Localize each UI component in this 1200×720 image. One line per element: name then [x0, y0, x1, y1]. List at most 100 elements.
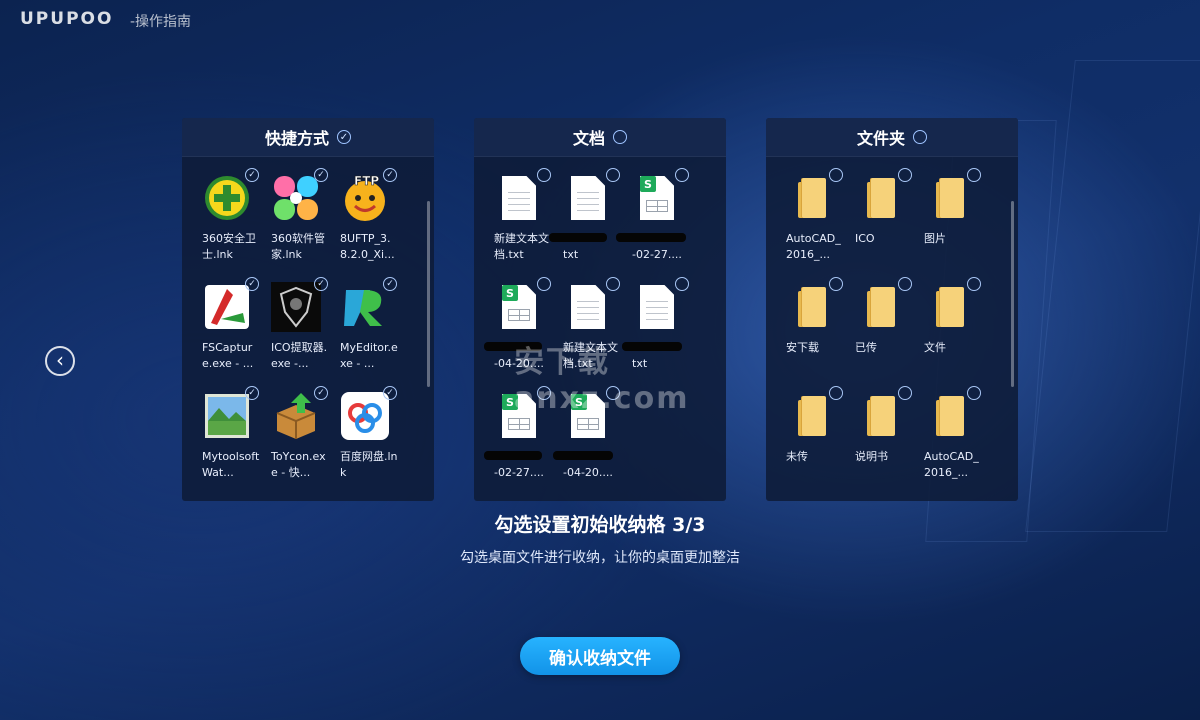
list-item[interactable]: ✓ 百度网盘.lnk: [334, 386, 403, 500]
list-item[interactable]: ✓ 360安全卫士.lnk: [196, 168, 265, 282]
scrollbar[interactable]: [427, 201, 430, 387]
folder-icon: [786, 391, 836, 441]
panel-header: 快捷方式 ✓: [182, 118, 434, 157]
item-checkbox[interactable]: [898, 277, 912, 291]
folder-icon: [786, 282, 836, 332]
ftp-smiley-icon: FTP: [340, 173, 390, 223]
item-label: 8UFTP_3.8.2.0_Xi...: [340, 232, 395, 261]
list-item[interactable]: 已传: [849, 277, 918, 391]
panel-folders: 文件夹 AutoCAD_2016_... ICO 图片 安下载 已传 文件 未传…: [766, 118, 1018, 501]
item-label: AutoCAD_2016_...: [924, 450, 979, 479]
list-item[interactable]: FTP ✓ 8UFTP_3.8.2.0_Xi...: [334, 168, 403, 282]
item-checkbox[interactable]: [537, 168, 551, 182]
list-item[interactable]: ✓ ToYcon.exe - 快...: [265, 386, 334, 500]
panel-title: 快捷方式: [264, 129, 329, 148]
scrollbar[interactable]: [1011, 201, 1014, 387]
redaction-mark: [549, 233, 607, 242]
item-checkbox[interactable]: [967, 168, 981, 182]
panel-body: ✓ 360安全卫士.lnk ✓ 360软件管家.lnk FTP ✓ 8UFTP_…: [182, 157, 434, 501]
folder-icon: [924, 173, 974, 223]
list-item[interactable]: AutoCAD_2016_...: [918, 386, 987, 500]
item-label: -02-27....: [632, 248, 682, 261]
list-item[interactable]: 新建文本文档.txt: [488, 168, 557, 282]
page-title: -操作指南: [130, 14, 192, 30]
item-checkbox[interactable]: [829, 277, 843, 291]
redaction-mark: [484, 451, 542, 460]
item-checkbox[interactable]: [606, 277, 620, 291]
item-label: 图片: [924, 232, 946, 245]
item-checkbox[interactable]: ✓: [245, 277, 259, 291]
list-item[interactable]: 图片: [918, 168, 987, 282]
redaction-mark: [616, 233, 686, 242]
item-checkbox[interactable]: [675, 277, 689, 291]
item-grid: ✓ 360安全卫士.lnk ✓ 360软件管家.lnk FTP ✓ 8UFTP_…: [196, 168, 406, 500]
item-checkbox[interactable]: [898, 168, 912, 182]
panel-shortcuts: 快捷方式 ✓ ✓ 360安全卫士.lnk ✓ 360软件管家.lnk FTP ✓…: [182, 118, 434, 501]
list-item[interactable]: ✓ FSCapture.exe - ...: [196, 277, 265, 391]
item-grid: AutoCAD_2016_... ICO 图片 安下载 已传 文件 未传 说明书…: [780, 168, 990, 500]
list-item[interactable]: ICO: [849, 168, 918, 282]
spreadsheet-icon: S: [632, 173, 682, 223]
item-label: 新建文本文档.txt: [494, 232, 549, 261]
list-item[interactable]: 安下载: [780, 277, 849, 391]
select-all-checkbox[interactable]: [913, 130, 927, 144]
panel-header: 文件夹: [766, 118, 1018, 157]
confirm-button[interactable]: 确认收纳文件: [520, 637, 680, 675]
list-item[interactable]: S -02-27....: [616, 168, 695, 282]
fscapture-icon: [202, 282, 252, 332]
text-doc-icon: [563, 173, 613, 223]
item-checkbox[interactable]: [537, 277, 551, 291]
item-checkbox[interactable]: ✓: [245, 386, 259, 400]
item-label: ICO提取器.exe -...: [271, 341, 328, 370]
panel-header: 文档: [474, 118, 726, 157]
item-label: FSCapture.exe - ...: [202, 341, 254, 370]
shield-plus-icon: [202, 173, 252, 223]
panel-title: 文件夹: [856, 129, 905, 148]
list-item[interactable]: 说明书: [849, 386, 918, 500]
select-all-checkbox[interactable]: [613, 130, 627, 144]
item-label: 安下载: [786, 341, 819, 354]
item-checkbox[interactable]: ✓: [314, 168, 328, 182]
list-item[interactable]: 文件: [918, 277, 987, 391]
item-checkbox[interactable]: ✓: [383, 277, 397, 291]
folder-icon: [855, 391, 905, 441]
box-arrow-icon: [271, 391, 321, 441]
item-checkbox[interactable]: ✓: [314, 277, 328, 291]
panel-documents: 文档 新建文本文档.txt txt S -02-27.... S -04-20.…: [474, 118, 726, 501]
list-item[interactable]: ✓ MyEditor.exe - ...: [334, 277, 403, 391]
item-checkbox[interactable]: [898, 386, 912, 400]
item-checkbox[interactable]: ✓: [314, 386, 328, 400]
item-checkbox[interactable]: [829, 386, 843, 400]
text-doc-icon: [494, 173, 544, 223]
item-checkbox[interactable]: [675, 168, 689, 182]
item-label: ICO: [855, 232, 875, 245]
list-item[interactable]: ✓ Mytoolsoft Wat...: [196, 386, 265, 500]
list-item[interactable]: AutoCAD_2016_...: [780, 168, 849, 282]
list-item[interactable]: ✓ 360软件管家.lnk: [265, 168, 334, 282]
item-checkbox[interactable]: ✓: [383, 386, 397, 400]
item-label: MyEditor.exe - ...: [340, 341, 398, 370]
item-checkbox[interactable]: [606, 168, 620, 182]
app-logo: UPUPOO: [20, 9, 114, 29]
list-item[interactable]: txt: [549, 168, 626, 282]
text-doc-icon: [563, 282, 613, 332]
folder-icon: [924, 282, 974, 332]
item-checkbox[interactable]: [967, 277, 981, 291]
item-checkbox[interactable]: [967, 386, 981, 400]
item-label: 百度网盘.lnk: [340, 450, 398, 479]
item-checkbox[interactable]: [829, 168, 843, 182]
item-label: 已传: [855, 341, 877, 354]
list-item[interactable]: 未传: [780, 386, 849, 500]
select-all-checkbox[interactable]: ✓: [337, 130, 351, 144]
item-checkbox[interactable]: ✓: [383, 168, 397, 182]
item-label: Mytoolsoft Wat...: [202, 450, 260, 479]
item-label: -04-20....: [563, 466, 613, 479]
list-item[interactable]: ✓ ICO提取器.exe -...: [265, 277, 334, 391]
item-checkbox[interactable]: ✓: [245, 168, 259, 182]
item-label: txt: [563, 248, 579, 261]
item-label: 360安全卫士.lnk: [202, 232, 256, 261]
prev-step-button[interactable]: ‹: [45, 346, 75, 376]
panel-body: AutoCAD_2016_... ICO 图片 安下载 已传 文件 未传 说明书…: [766, 157, 1018, 501]
landscape-icon: [202, 391, 252, 441]
panel-body: 新建文本文档.txt txt S -02-27.... S -04-20....: [474, 157, 726, 501]
